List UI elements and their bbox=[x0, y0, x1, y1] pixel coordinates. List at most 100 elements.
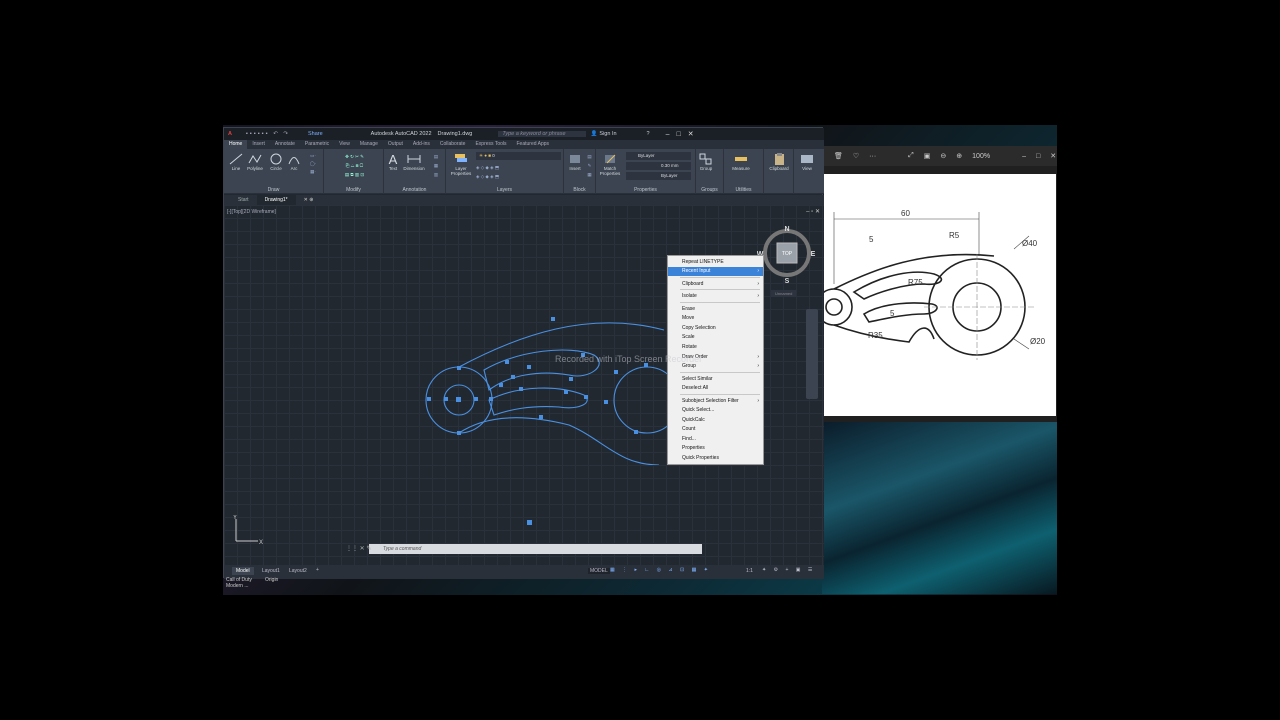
close-icon[interactable]: ✕ bbox=[1050, 152, 1056, 160]
tab-layout1[interactable]: Layout1 bbox=[262, 568, 280, 574]
menu-item-count[interactable]: Count bbox=[668, 425, 763, 434]
menu-item-rotate[interactable]: Rotate bbox=[668, 343, 763, 352]
line-tool[interactable]: Line bbox=[227, 153, 245, 171]
utilities-panel-label[interactable]: Utilities bbox=[724, 187, 763, 193]
taskbar-item-call-of-duty[interactable]: Call of Duty Modern ... bbox=[226, 577, 252, 589]
layer-dropdown[interactable]: ☀ ● ■ 0 bbox=[476, 152, 561, 160]
menu-item-find[interactable]: Find... bbox=[668, 435, 763, 444]
status-right-icons[interactable]: ✦ ⚙ + ▣ ☰ bbox=[762, 567, 815, 573]
tab-annotate[interactable]: Annotate bbox=[270, 140, 300, 149]
annotation-panel-label[interactable]: Annotation bbox=[384, 187, 445, 193]
group-tool[interactable]: Group bbox=[698, 153, 714, 171]
circle-tool[interactable]: Circle bbox=[267, 153, 285, 171]
view-tool[interactable]: View bbox=[796, 153, 818, 171]
sign-in-link[interactable]: Sign In bbox=[599, 131, 616, 137]
new-tab-button[interactable]: ✕ ⊕ bbox=[296, 195, 322, 205]
tab-insert[interactable]: Insert bbox=[247, 140, 270, 149]
draw-panel-label[interactable]: Draw bbox=[224, 187, 323, 193]
text-tool[interactable]: A Text bbox=[386, 153, 400, 171]
viewport-window-controls[interactable]: – ▫ ✕ bbox=[806, 208, 820, 215]
block-small-tools[interactable]: ▤ ✎ ▦ bbox=[585, 152, 594, 179]
tab-view[interactable]: View bbox=[334, 140, 355, 149]
annotation-scale[interactable]: 1:1 bbox=[746, 568, 753, 574]
color-dropdown[interactable]: ByLayer bbox=[626, 152, 691, 160]
dimension-tool[interactable]: Dimension bbox=[401, 153, 427, 171]
menu-item-select-similar[interactable]: Select Similar bbox=[668, 375, 763, 384]
maximize-button[interactable]: □ bbox=[677, 131, 681, 138]
menu-item-isolate[interactable]: Isolate › bbox=[668, 292, 763, 301]
menu-item-quickcalc[interactable]: QuickCalc bbox=[668, 416, 763, 425]
tab-start[interactable]: Start bbox=[230, 195, 257, 205]
tab-parametric[interactable]: Parametric bbox=[300, 140, 334, 149]
layers-panel-label[interactable]: Layers bbox=[446, 187, 563, 193]
app-menu-button[interactable]: A bbox=[228, 131, 232, 137]
menu-item-deselect-all[interactable]: Deselect All bbox=[668, 384, 763, 393]
navigation-bar[interactable] bbox=[806, 309, 818, 399]
minimize-button[interactable]: – bbox=[666, 131, 670, 138]
user-icon[interactable]: 👤 bbox=[591, 131, 598, 137]
tab-express-tools[interactable]: Express Tools bbox=[470, 140, 511, 149]
grip-point[interactable] bbox=[527, 520, 532, 525]
menu-item-subobject-selection-filter[interactable]: Subobject Selection Filter › bbox=[668, 397, 763, 406]
menu-item-scale[interactable]: Scale bbox=[668, 333, 763, 342]
share-button[interactable]: Share bbox=[308, 131, 323, 137]
groups-panel-label[interactable]: Groups bbox=[696, 187, 723, 193]
close-button[interactable]: ✕ bbox=[688, 130, 694, 138]
measure-tool[interactable]: Measure bbox=[729, 153, 753, 171]
quick-access-toolbar[interactable]: ▪▪▪▪▪▪ ↶ ↷ bbox=[246, 131, 290, 137]
tab-add-ins[interactable]: Add-ins bbox=[408, 140, 435, 149]
model-space-button[interactable]: MODEL bbox=[588, 568, 610, 574]
command-line[interactable]: Type a command bbox=[369, 544, 702, 554]
menu-item-recent-input[interactable]: Recent Input › bbox=[668, 267, 763, 276]
delete-icon[interactable]: 🗑 bbox=[834, 152, 843, 160]
menu-item-erase[interactable]: Erase bbox=[668, 305, 763, 314]
match-properties-tool[interactable]: Match Properties bbox=[598, 153, 622, 176]
help-icon[interactable]: ? bbox=[647, 131, 650, 137]
arc-tool[interactable]: Arc bbox=[287, 153, 301, 171]
insert-tool[interactable]: Insert bbox=[566, 153, 584, 171]
selected-drawing[interactable] bbox=[419, 315, 679, 465]
tab-manage[interactable]: Manage bbox=[355, 140, 383, 149]
annotation-small-tools[interactable]: ▤ ▦ ▥ bbox=[430, 152, 442, 179]
viewcube[interactable]: TOP N S E W bbox=[757, 225, 817, 285]
tab-model[interactable]: Model bbox=[232, 567, 254, 575]
tab-drawing1[interactable]: Drawing1* bbox=[256, 195, 296, 205]
menu-item-quick-properties[interactable]: Quick Properties bbox=[668, 454, 763, 463]
tab-output[interactable]: Output bbox=[383, 140, 408, 149]
tab-layout2[interactable]: Layout2 bbox=[289, 568, 307, 574]
more-icon[interactable]: ··· bbox=[869, 153, 876, 160]
zoom-out-icon[interactable]: ⊖ bbox=[940, 152, 946, 160]
menu-item-repeat-linetype[interactable]: Repeat LINETYPE bbox=[668, 258, 763, 267]
layer-properties-tool[interactable]: Layer Properties bbox=[448, 153, 474, 176]
properties-panel-label[interactable]: Properties bbox=[596, 187, 695, 193]
clipboard-tool[interactable]: Clipboard bbox=[766, 153, 792, 171]
modify-tools[interactable]: ✥ ↻ ✂ ✎ ⎘ △ ⊞ ▢ ▤ ⧉ ▥ ⊡ bbox=[327, 152, 382, 179]
add-layout-button[interactable]: + bbox=[316, 567, 319, 573]
minimize-icon[interactable]: – bbox=[1022, 153, 1026, 160]
crop-icon[interactable]: ▣ bbox=[924, 152, 931, 160]
maximize-icon[interactable]: □ bbox=[1036, 153, 1040, 160]
linetype-dropdown[interactable]: ByLayer bbox=[626, 172, 691, 180]
command-line-controls[interactable]: ⋮⋮ ✕ ✎ bbox=[346, 545, 371, 552]
draw-small-tools[interactable]: ▭· ◯· ▦· bbox=[304, 152, 322, 176]
menu-item-quick-select[interactable]: Quick Select... bbox=[668, 406, 763, 415]
expand-icon[interactable]: ⤢ bbox=[908, 152, 914, 160]
block-panel-label[interactable]: Block bbox=[564, 187, 595, 193]
zoom-in-icon[interactable]: ⊕ bbox=[956, 152, 962, 160]
polyline-tool[interactable]: Polyline bbox=[245, 153, 265, 171]
favorite-icon[interactable]: ♡ bbox=[853, 152, 859, 160]
lineweight-dropdown[interactable]: 0.30 mm bbox=[626, 162, 691, 170]
menu-item-clipboard[interactable]: Clipboard › bbox=[668, 280, 763, 289]
wcs-menu[interactable]: Unnamed bbox=[771, 290, 797, 297]
menu-item-copy-selection[interactable]: Copy Selection bbox=[668, 324, 763, 333]
menu-item-move[interactable]: Move bbox=[668, 314, 763, 323]
taskbar-item-origin[interactable]: Origin bbox=[265, 577, 278, 583]
layer-tools[interactable]: ◈ ◇ ◆ ◈ ⬒ ◈ ◇ ◆ ◈ ⬒ bbox=[476, 163, 536, 181]
modify-panel-label[interactable]: Modify bbox=[324, 187, 383, 193]
status-toggles[interactable]: ▦ ⋮ ▸ ∟ ◎ ⊿ ⊡ ▦ ✦ bbox=[610, 567, 711, 573]
search-input[interactable]: Type a keyword or phrase bbox=[498, 131, 586, 137]
tab-collaborate[interactable]: Collaborate bbox=[435, 140, 471, 149]
tab-featured-apps[interactable]: Featured Apps bbox=[512, 140, 555, 149]
tab-home[interactable]: Home bbox=[224, 140, 248, 149]
menu-item-properties[interactable]: Properties bbox=[668, 444, 763, 453]
